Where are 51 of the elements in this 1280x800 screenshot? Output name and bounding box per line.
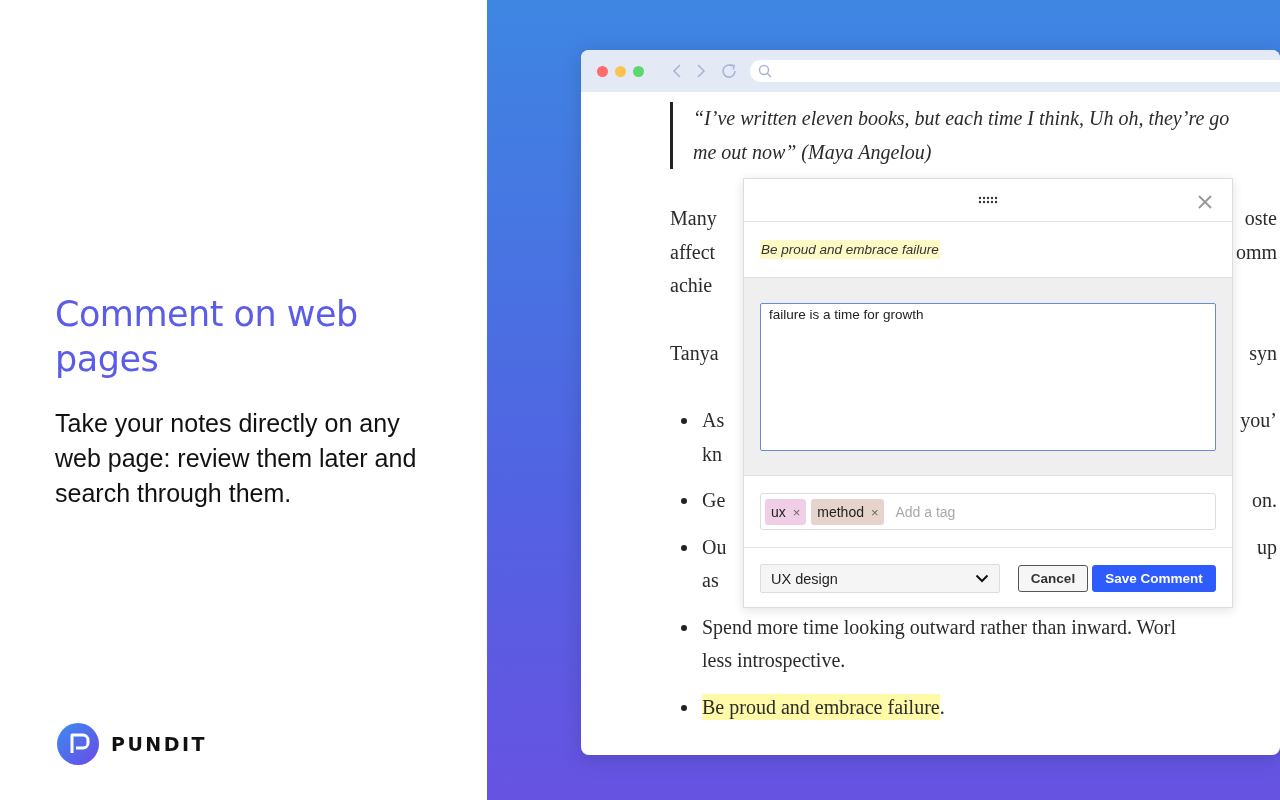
close-window-dot[interactable]	[597, 65, 608, 77]
forward-icon[interactable]	[696, 63, 706, 79]
article-text: less introspective.	[702, 649, 846, 672]
bullet-icon	[681, 624, 687, 631]
article-text: affect	[670, 240, 716, 263]
remove-tag-button[interactable]: ×	[870, 504, 879, 520]
article-text: Tanya	[670, 341, 719, 364]
article-text: Ou	[702, 535, 727, 558]
article-text: syn	[1249, 341, 1277, 365]
maximize-window-dot[interactable]	[633, 65, 644, 77]
article-text: as	[702, 569, 719, 592]
article-text: oste	[1244, 207, 1277, 231]
tag-chip[interactable]: ux ×	[765, 498, 807, 525]
close-icon[interactable]	[1197, 194, 1213, 210]
brand-name: PUNDIT	[111, 733, 208, 755]
tag-field[interactable]: ux × method × Add a tag	[760, 493, 1216, 530]
address-bar[interactable]	[750, 60, 1280, 82]
article-text: .	[939, 695, 945, 718]
notebook-dropdown[interactable]: UX design	[760, 564, 1000, 593]
tag-chip[interactable]: method ×	[811, 498, 885, 525]
bullet-icon	[681, 498, 687, 505]
search-icon	[758, 64, 772, 78]
article-text: As	[702, 409, 725, 432]
minimize-window-dot[interactable]	[615, 65, 626, 77]
reload-icon[interactable]	[720, 62, 738, 80]
logo-icon	[57, 723, 99, 765]
drag-handle-icon[interactable]	[978, 196, 998, 204]
hero-title: Comment on web pages	[55, 293, 359, 381]
highlighted-text: Be proud and embrace failure	[702, 693, 940, 720]
hero-description: Take your notes directly on any web page: review them later and search through them.	[55, 408, 418, 509]
cancel-button[interactable]: Cancel	[1018, 565, 1088, 592]
article-text: Spend more time looking outward rather than inward. Worl	[702, 615, 1177, 638]
bullet-icon	[681, 418, 687, 425]
chevron-down-icon	[975, 574, 989, 583]
bullet-icon	[681, 704, 687, 711]
quote-text: “I’ve written eleven books, but each time I think, Uh oh, they’re go	[693, 106, 1231, 132]
article-text: omm	[1235, 240, 1277, 264]
article-text: achie	[670, 274, 713, 297]
article-text: kn	[702, 442, 722, 465]
highlighted-quote: Be proud and embrace failure	[760, 240, 940, 259]
quote-text: me out now” (Maya Angelou)	[693, 139, 933, 166]
article-text: you’	[1240, 409, 1277, 433]
comment-field[interactable]: failure is a time for growth	[760, 303, 1216, 451]
article-text: on.	[1252, 489, 1277, 513]
article-text: Ge	[702, 489, 726, 512]
back-icon[interactable]	[672, 63, 682, 79]
article-text: up	[1257, 535, 1277, 559]
remove-tag-button[interactable]: ×	[792, 504, 801, 520]
bullet-icon	[681, 544, 687, 551]
save-button[interactable]: Save Comment	[1092, 565, 1216, 592]
article-text: Many	[670, 207, 717, 230]
